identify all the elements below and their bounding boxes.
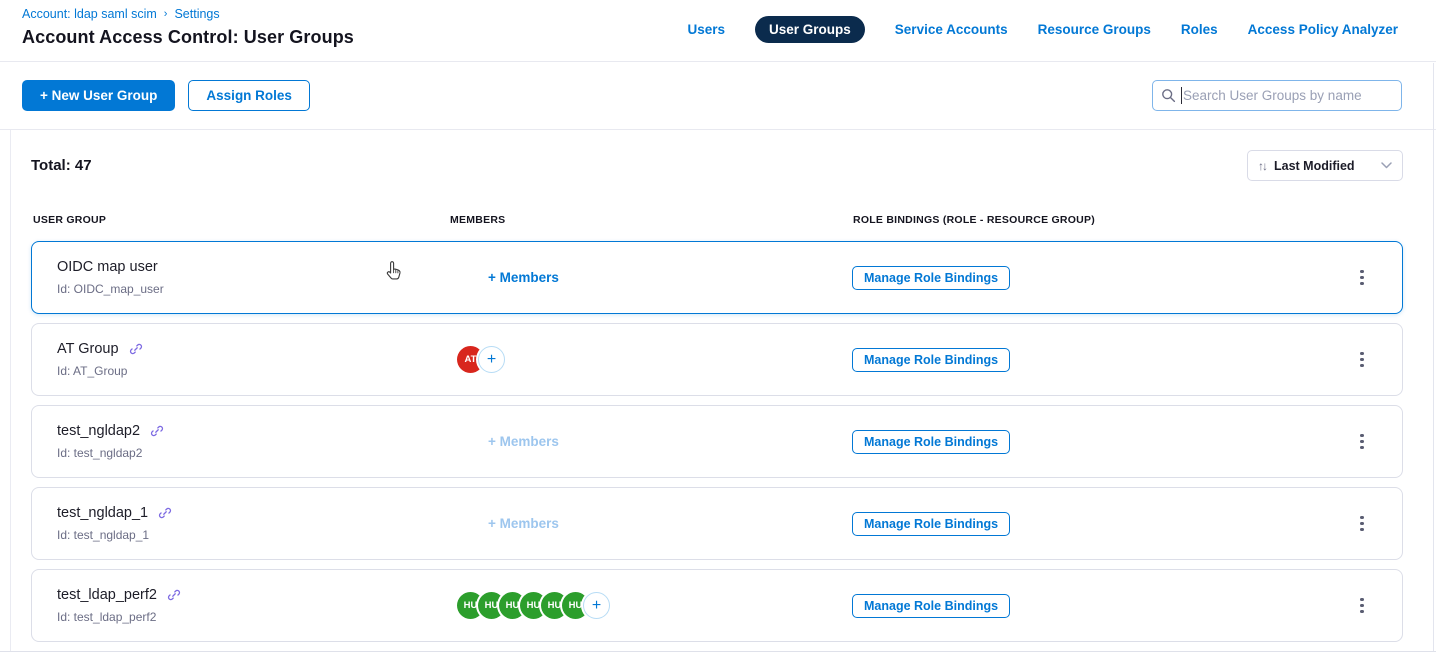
tab-access-policy-analyzer[interactable]: Access Policy Analyzer [1248, 22, 1398, 37]
row-menu-kebab-icon[interactable] [1354, 346, 1369, 373]
toolbar-actions: + New User Group Assign Roles [22, 80, 310, 111]
manage-role-bindings-button[interactable]: Manage Role Bindings [852, 348, 1010, 372]
user-group-name: OIDC map user [57, 259, 158, 275]
user-group-name: test_ngldap2 [57, 423, 140, 439]
header-left: Account: ldap saml scim › Settings Accou… [22, 7, 354, 48]
user-group-id: Id: AT_Group [57, 364, 449, 378]
external-link-icon [158, 506, 172, 520]
search-icon [1161, 88, 1176, 103]
text-caret [1181, 87, 1182, 104]
user-group-id: Id: test_ngldap_1 [57, 528, 449, 542]
list-meta-row: Total: 47 ↑↓ Last Modified [31, 150, 1403, 181]
add-members-link[interactable]: + Members [488, 270, 559, 285]
new-user-group-button[interactable]: + New User Group [22, 80, 175, 111]
assign-roles-button[interactable]: Assign Roles [188, 80, 310, 111]
user-group-id: Id: test_ngldap2 [57, 446, 449, 460]
add-members-link[interactable]: + Members [488, 434, 559, 449]
breadcrumb: Account: ldap saml scim › Settings [22, 7, 354, 21]
user-group-name: test_ldap_perf2 [57, 587, 157, 603]
panel-right-divider [1433, 63, 1434, 652]
tab-roles[interactable]: Roles [1181, 22, 1218, 37]
members-cell: + Members [449, 433, 852, 451]
external-link-icon [167, 588, 181, 602]
table-row[interactable]: OIDC map user Id: OIDC_map_user + Member… [31, 241, 1403, 314]
breadcrumb-account-link[interactable]: Account: ldap saml scim [22, 7, 157, 21]
user-groups-panel: Total: 47 ↑↓ Last Modified USER GROUP ME… [0, 130, 1436, 642]
role-bindings-cell: Manage Role Bindings [852, 266, 1322, 290]
table-header-row: USER GROUP MEMBERS ROLE BINDINGS (ROLE -… [31, 214, 1403, 226]
tab-service-accounts[interactable]: Service Accounts [895, 22, 1008, 37]
table-row[interactable]: test_ngldap2 Id: test_ngldap2 + Members … [31, 405, 1403, 478]
members-cell: HU HU HU HU HU HU + [449, 592, 852, 619]
sort-arrows-icon: ↑↓ [1258, 159, 1266, 173]
row-menu-kebab-icon[interactable] [1354, 264, 1369, 291]
role-bindings-cell: Manage Role Bindings [852, 348, 1322, 372]
sort-selected-value: Last Modified [1274, 159, 1373, 173]
chevron-down-icon [1381, 162, 1392, 169]
user-group-cell: test_ngldap2 Id: test_ngldap2 [32, 423, 449, 460]
table-row[interactable]: test_ldap_perf2 Id: test_ldap_perf2 HU H… [31, 569, 1403, 642]
members-cell: + Members [449, 515, 852, 533]
column-header-user-group: USER GROUP [33, 214, 450, 226]
search-input[interactable] [1152, 80, 1402, 111]
add-members-link[interactable]: + Members [488, 516, 559, 531]
table-row[interactable]: AT Group Id: AT_Group AT + Manage Role B… [31, 323, 1403, 396]
manage-role-bindings-button[interactable]: Manage Role Bindings [852, 594, 1010, 618]
user-group-cell: test_ldap_perf2 Id: test_ldap_perf2 [32, 587, 449, 624]
user-group-name: test_ngldap_1 [57, 505, 148, 521]
manage-role-bindings-button[interactable]: Manage Role Bindings [852, 266, 1010, 290]
row-menu-kebab-icon[interactable] [1354, 510, 1369, 537]
external-link-icon [129, 342, 143, 356]
add-member-plus-button[interactable]: + [478, 346, 505, 373]
toolbar: + New User Group Assign Roles [0, 62, 1436, 130]
column-header-members: MEMBERS [450, 214, 853, 226]
role-bindings-cell: Manage Role Bindings [852, 594, 1322, 618]
search-box [1152, 80, 1402, 111]
user-group-cell: test_ngldap_1 Id: test_ngldap_1 [32, 505, 449, 542]
total-count: Total: 47 [31, 157, 92, 174]
members-cell: AT + [449, 346, 852, 373]
panel-left-divider [10, 130, 11, 652]
user-group-id: Id: OIDC_map_user [57, 282, 449, 296]
page-title: Account Access Control: User Groups [22, 27, 354, 48]
breadcrumb-settings-link[interactable]: Settings [174, 7, 219, 21]
role-bindings-cell: Manage Role Bindings [852, 430, 1322, 454]
tab-users[interactable]: Users [687, 22, 725, 37]
members-cell: + Members [449, 269, 852, 287]
page-header: Account: ldap saml scim › Settings Accou… [0, 0, 1436, 62]
user-group-id: Id: test_ldap_perf2 [57, 610, 449, 624]
add-member-plus-button[interactable]: + [583, 592, 610, 619]
tab-resource-groups[interactable]: Resource Groups [1038, 22, 1151, 37]
sort-dropdown[interactable]: ↑↓ Last Modified [1247, 150, 1403, 181]
breadcrumb-separator-icon: › [164, 8, 168, 20]
nav-tabs: Users User Groups Service Accounts Resou… [687, 16, 1398, 43]
manage-role-bindings-button[interactable]: Manage Role Bindings [852, 512, 1010, 536]
role-bindings-cell: Manage Role Bindings [852, 512, 1322, 536]
column-header-role-bindings: ROLE BINDINGS (ROLE - RESOURCE GROUP) [853, 214, 1323, 226]
manage-role-bindings-button[interactable]: Manage Role Bindings [852, 430, 1010, 454]
row-menu-kebab-icon[interactable] [1354, 592, 1369, 619]
tab-user-groups[interactable]: User Groups [755, 16, 865, 43]
table-row[interactable]: test_ngldap_1 Id: test_ngldap_1 + Member… [31, 487, 1403, 560]
external-link-icon [150, 424, 164, 438]
user-group-cell: OIDC map user Id: OIDC_map_user [32, 259, 449, 296]
user-group-name: AT Group [57, 341, 119, 357]
user-group-cell: AT Group Id: AT_Group [32, 341, 449, 378]
row-menu-kebab-icon[interactable] [1354, 428, 1369, 455]
